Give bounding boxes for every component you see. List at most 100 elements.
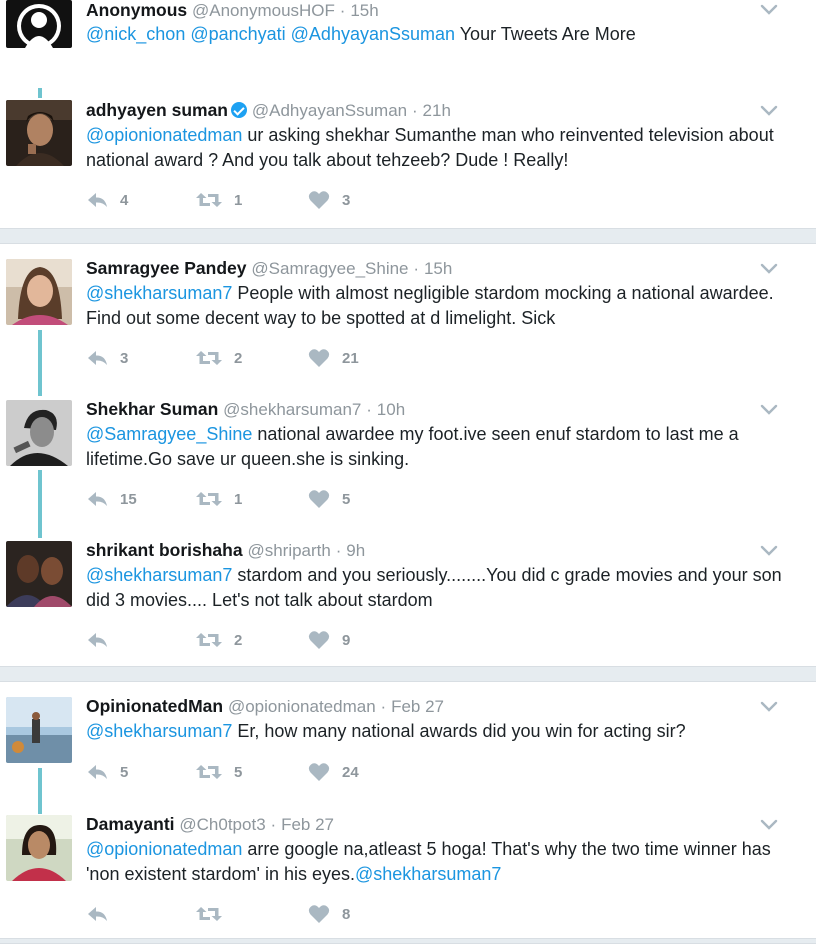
user-handle[interactable]: @shekharsuman7 — [223, 400, 361, 419]
like-count: 24 — [342, 763, 359, 781]
reply-button[interactable]: 4 — [86, 189, 128, 211]
tweet[interactable]: Shekhar Suman @shekharsuman7 · 10h @Samr… — [0, 397, 816, 527]
tweet-actions: 3 2 21 — [86, 347, 386, 369]
user-avatar[interactable] — [6, 815, 72, 881]
reply-button[interactable] — [86, 629, 120, 651]
chevron-down-icon[interactable] — [760, 543, 778, 557]
user-handle[interactable]: @AdhyayanSsuman — [252, 101, 407, 120]
reply-icon — [88, 765, 107, 779]
user-avatar[interactable] — [6, 259, 72, 325]
separator-dot: · — [335, 541, 342, 560]
timestamp[interactable]: 10h — [377, 400, 405, 419]
timestamp[interactable]: Feb 27 — [281, 815, 334, 834]
retweet-count: 2 — [234, 631, 243, 649]
tweet-actions: 4 1 3 — [86, 189, 386, 211]
timestamp[interactable]: 21h — [423, 101, 451, 120]
mention-link[interactable]: @shekharsuman7 — [86, 565, 232, 585]
display-name[interactable]: shrikant borishaha — [86, 540, 243, 560]
reply-icon — [88, 907, 107, 921]
retweet-button[interactable] — [196, 903, 234, 925]
mention-link[interactable]: @opionionatedman — [86, 125, 242, 145]
reply-button[interactable] — [86, 903, 120, 925]
retweet-count: 5 — [234, 763, 243, 781]
timestamp[interactable]: 9h — [346, 541, 365, 560]
like-button[interactable]: 21 — [308, 347, 359, 369]
user-avatar[interactable] — [6, 697, 72, 763]
like-button[interactable]: 3 — [308, 189, 350, 211]
display-name[interactable]: Damayanti — [86, 814, 175, 834]
heart-icon — [308, 191, 330, 209]
verified-badge-icon — [231, 102, 247, 118]
retweet-button[interactable]: 1 — [196, 488, 242, 510]
reply-button[interactable]: 15 — [86, 488, 137, 510]
mention-link[interactable]: @shekharsuman7 — [86, 283, 232, 303]
like-button[interactable]: 9 — [308, 629, 350, 651]
user-handle[interactable]: @Samragyee_Shine — [251, 259, 408, 278]
heart-icon — [308, 349, 330, 367]
display-name[interactable]: OpinionatedMan — [86, 696, 223, 716]
heart-icon — [308, 905, 330, 923]
mention-link[interactable]: @opionionatedman — [86, 839, 242, 859]
chevron-down-icon[interactable] — [760, 103, 778, 117]
chevron-down-icon[interactable] — [760, 2, 778, 16]
retweet-button[interactable]: 5 — [196, 761, 242, 783]
tweet[interactable]: Samragyee Pandey @Samragyee_Shine · 15h … — [0, 256, 816, 386]
separator-dot: · — [411, 101, 418, 120]
display-name[interactable]: Samragyee Pandey — [86, 258, 247, 278]
retweet-button[interactable]: 2 — [196, 347, 242, 369]
mention-link[interactable]: @nick_chon @panchyati @AdhyayanSsuman — [86, 24, 455, 44]
mention-link[interactable]: @shekharsuman7 — [86, 721, 232, 741]
retweet-count: 2 — [234, 349, 243, 367]
chevron-down-icon[interactable] — [760, 817, 778, 831]
chevron-down-icon[interactable] — [760, 699, 778, 713]
chevron-down-icon[interactable] — [760, 402, 778, 416]
retweet-count: 1 — [234, 490, 243, 508]
separator-dot: · — [339, 1, 346, 20]
mention-link[interactable]: @shekharsuman7 — [355, 864, 501, 884]
retweet-button[interactable]: 2 — [196, 629, 242, 651]
separator-dot: · — [366, 400, 372, 419]
timestamp[interactable]: 15h — [350, 1, 378, 20]
timestamp[interactable]: 15h — [424, 259, 452, 278]
like-button[interactable]: 5 — [308, 488, 350, 510]
reply-button[interactable]: 3 — [86, 347, 128, 369]
like-button[interactable]: 24 — [308, 761, 359, 783]
mention-link[interactable]: @Samragyee_Shine — [86, 424, 252, 444]
user-avatar[interactable] — [6, 100, 72, 166]
tweet[interactable]: OpinionatedMan @opionionatedman · Feb 27… — [0, 694, 816, 824]
chevron-down-icon[interactable] — [760, 261, 778, 275]
user-handle[interactable]: @AnonymousHOF — [192, 1, 335, 20]
heart-icon — [308, 631, 330, 649]
display-name[interactable]: Anonymous — [86, 0, 187, 20]
user-avatar[interactable] — [6, 400, 72, 466]
tweet[interactable]: Damayanti @Ch0tpot3 · Feb 27 @opionionat… — [0, 812, 816, 942]
anonymous-mask-avatar[interactable] — [6, 0, 72, 48]
user-handle[interactable]: @Ch0tpot3 — [179, 815, 265, 834]
reply-count: 15 — [120, 490, 137, 508]
user-handle[interactable]: @opionionatedman — [228, 697, 376, 716]
display-name[interactable]: adhyayen suman — [86, 100, 228, 120]
like-count: 5 — [342, 490, 351, 508]
reply-icon — [88, 633, 107, 647]
tweet-text: @shekharsuman7 Er, how many national awa… — [86, 719, 786, 744]
tweet-header: OpinionatedMan @opionionatedman · Feb 27 — [86, 694, 444, 718]
separator-dot: · — [380, 697, 387, 716]
user-avatar[interactable] — [6, 541, 72, 607]
like-button[interactable]: 8 — [308, 903, 350, 925]
retweet-icon — [196, 907, 222, 921]
display-name[interactable]: Shekhar Suman — [86, 399, 218, 419]
reply-icon — [88, 351, 107, 365]
tweet[interactable]: adhyayen suman @AdhyayanSsuman · 21h @op… — [0, 98, 816, 228]
reply-icon — [88, 492, 107, 506]
tweet[interactable]: shrikant borishaha @shriparth · 9h @shek… — [0, 538, 816, 668]
retweet-button[interactable]: 1 — [196, 189, 242, 211]
tweet-actions: 15 1 5 — [86, 488, 386, 510]
like-count: 9 — [342, 631, 351, 649]
user-handle[interactable]: @shriparth — [247, 541, 330, 560]
retweet-icon — [196, 492, 222, 506]
retweet-icon — [196, 633, 222, 647]
reply-button[interactable]: 5 — [86, 761, 128, 783]
tweet-text: @opionionatedman ur asking shekhar Suman… — [86, 123, 786, 172]
timestamp[interactable]: Feb 27 — [391, 697, 444, 716]
like-count: 8 — [342, 905, 351, 923]
